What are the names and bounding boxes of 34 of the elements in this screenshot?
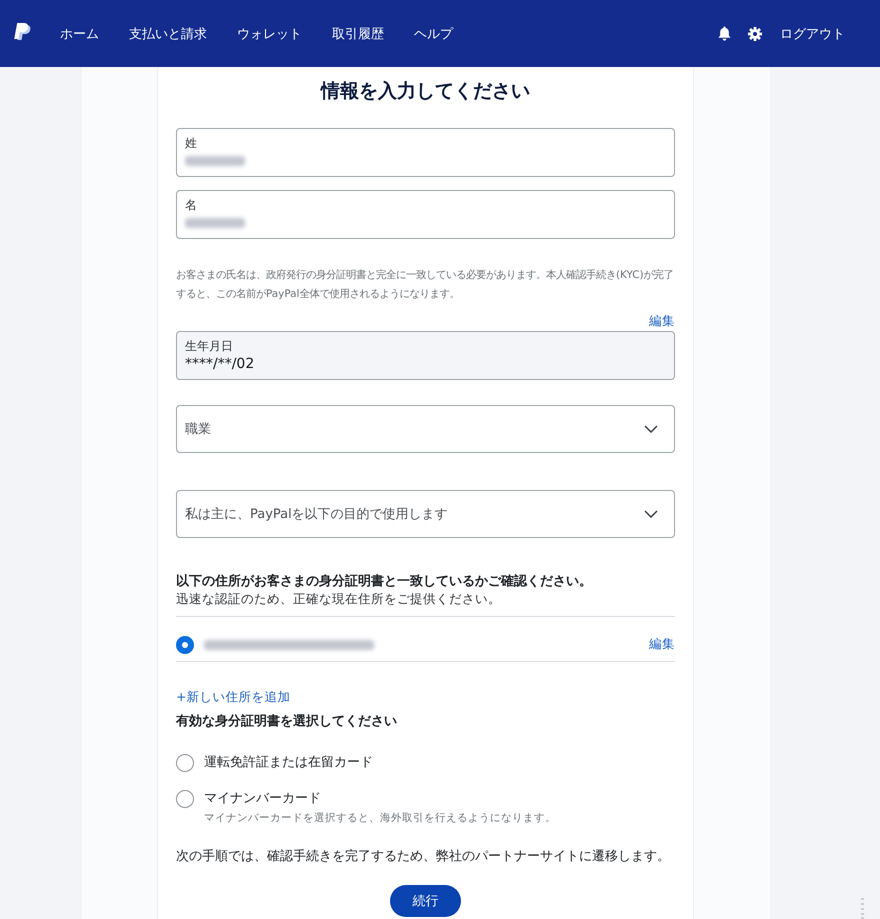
next-step-notice: 次の手順では、確認手続きを完了するため、弊社のパートナーサイトに遷移します。 — [176, 848, 671, 866]
dropdown-select[interactable]: 私は主に、PayPalを以下の目的で使用します — [176, 490, 675, 538]
field-label: 名 — [185, 197, 198, 213]
section-heading: 以下の住所がお客さまの身分証明書と一致しているかご確認ください。 — [176, 573, 593, 590]
nav-link[interactable]: 支払いと請求 — [129, 24, 207, 42]
add-address-link[interactable]: +新しい住所を追加 — [176, 688, 290, 706]
settings-icon[interactable] — [748, 26, 762, 40]
grip-icon[interactable] — [861, 898, 865, 919]
radio-button[interactable] — [176, 790, 194, 808]
option-description: マイナンバーカードを選択すると、海外取引を行えるようになります。 — [204, 811, 556, 826]
radio-button[interactable] — [176, 754, 194, 772]
nav-link[interactable]: ヘルプ — [414, 24, 453, 42]
field-value: ****/**/02 — [185, 355, 256, 374]
bell-icon[interactable] — [718, 26, 731, 41]
nav-link[interactable]: ホーム — [60, 24, 99, 42]
option-label: 運転免許証または在留カード — [204, 754, 373, 772]
text-field[interactable]: 姓 — [176, 128, 675, 177]
section-heading: 有効な身分証明書を選択してください — [176, 713, 398, 730]
dropdown-select[interactable]: 職業 — [176, 405, 675, 453]
continue-button[interactable]: 続行 — [390, 885, 461, 917]
nav-link[interactable]: 取引履歴 — [332, 24, 384, 42]
radio-button[interactable] — [176, 636, 194, 654]
logout-link[interactable]: ログアウト — [780, 24, 845, 42]
field-label: 姓 — [185, 135, 198, 151]
name-notice: お客さまの氏名は、政府発行の身分証明書と完全に一致している必要があります。本人確認手続き(KYC)が完了すると、この名前がPayPal全体で使用されるようになります。 — [176, 268, 675, 302]
option-label: マイナンバーカード — [204, 790, 322, 808]
chevron-down-icon — [644, 425, 658, 433]
field-label: 生年月日 — [185, 338, 234, 354]
text-field[interactable]: 名 — [176, 190, 675, 239]
edit-link[interactable]: 編集 — [649, 636, 675, 653]
section-subheading: 迅速な認証のため、正確な現在住所をご提供ください。 — [176, 590, 502, 607]
page-title: 情報を入力してください — [319, 79, 531, 104]
chevron-down-icon — [644, 510, 658, 518]
nav-link[interactable]: ウォレット — [237, 24, 302, 42]
